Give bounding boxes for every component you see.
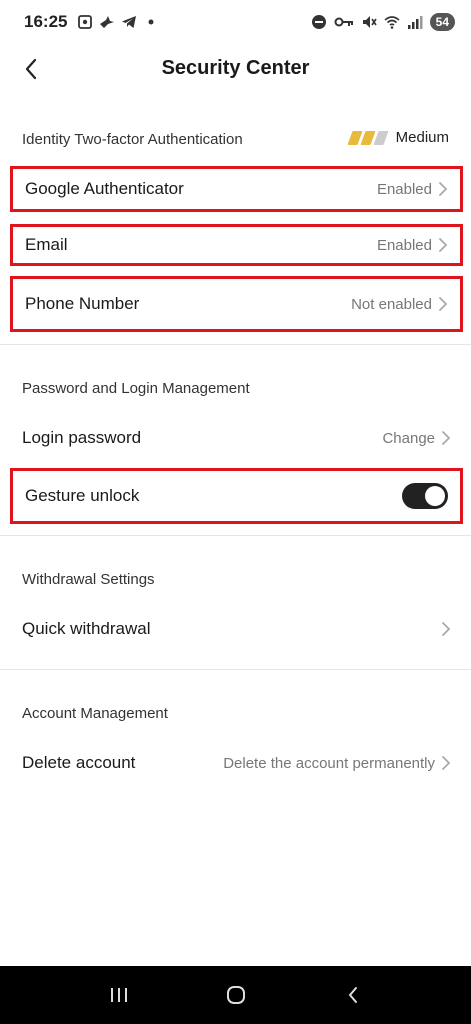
status-time: 16:25 <box>24 12 68 31</box>
login-password-action: Change <box>382 429 435 447</box>
chevron-right-icon <box>442 431 451 445</box>
gesture-unlock-label: Gesture unlock <box>25 486 140 505</box>
account-section-label: Account Management <box>22 705 168 722</box>
quick-withdrawal-label: Quick withdrawal <box>22 619 151 638</box>
section-divider <box>0 669 471 670</box>
battery-badge: 54 <box>429 13 455 31</box>
status-notification-icons <box>77 14 159 30</box>
login-password-label: Login password <box>22 428 142 447</box>
google-authenticator-label: Google Authenticator <box>25 179 184 198</box>
phone-number-label: Phone Number <box>25 294 140 313</box>
strength-bars <box>347 130 389 145</box>
email-status: Enabled <box>376 236 432 254</box>
email-label: Email <box>25 235 68 254</box>
toggle-knob <box>425 486 445 506</box>
delete-account-label: Delete account <box>22 753 136 772</box>
login-password-row[interactable]: Login password Change <box>10 416 463 460</box>
signal-icon <box>407 14 423 30</box>
password-section-label: Password and Login Management <box>22 380 250 397</box>
strength-bar-1 <box>347 130 363 145</box>
status-system-icons: 54 <box>311 13 455 31</box>
withdrawal-section-label: Withdrawal Settings <box>22 571 155 588</box>
system-back-button[interactable] <box>333 975 373 1015</box>
dot-icon <box>143 14 159 30</box>
page-title: Security Center <box>161 56 310 79</box>
delete-account-description: Delete the account permanently <box>223 754 435 772</box>
home-icon <box>226 986 245 1004</box>
wifi-icon <box>384 14 400 30</box>
strength-bar-3 <box>373 130 389 145</box>
two-factor-section-label: Identity Two-factor Authentication <box>22 131 243 148</box>
phone-number-row[interactable]: Phone Number Not enabled <box>10 276 463 332</box>
screenshot-icon <box>77 14 93 30</box>
key-icon <box>334 14 354 30</box>
chevron-right-icon <box>439 297 448 311</box>
home-button[interactable] <box>216 975 256 1015</box>
chevron-right-icon <box>442 622 451 636</box>
header: Security Center <box>0 44 471 92</box>
chevron-right-icon <box>439 238 448 252</box>
quick-withdrawal-row[interactable]: Quick withdrawal <box>10 607 463 651</box>
section-divider <box>0 344 471 345</box>
telegram-icon <box>121 14 137 30</box>
status-bar: 16:25 54 <box>0 0 471 44</box>
system-navigation-bar <box>0 966 471 1024</box>
phone-number-status: Not enabled <box>351 295 432 313</box>
gesture-unlock-toggle[interactable] <box>402 483 448 509</box>
email-row[interactable]: Email Enabled <box>10 224 463 266</box>
google-authenticator-status: Enabled <box>376 180 432 198</box>
gesture-unlock-row: Gesture unlock <box>10 468 463 524</box>
chevron-right-icon <box>439 182 448 196</box>
strength-bar-2 <box>360 130 376 145</box>
recent-apps-button[interactable] <box>99 975 139 1015</box>
delete-account-row[interactable]: Delete account Delete the account perman… <box>10 741 463 785</box>
bird-icon <box>99 14 115 30</box>
strength-label: Medium <box>395 129 449 146</box>
google-authenticator-row[interactable]: Google Authenticator Enabled <box>10 166 463 212</box>
chevron-left-icon <box>25 58 37 80</box>
back-button[interactable] <box>14 52 48 86</box>
recent-apps-icon <box>110 988 127 1002</box>
chevron-left-icon <box>348 987 357 1003</box>
section-divider <box>0 535 471 536</box>
security-strength: Medium <box>347 129 449 146</box>
do-not-disturb-icon <box>311 14 327 30</box>
mute-icon <box>361 14 377 30</box>
chevron-right-icon <box>442 756 451 770</box>
